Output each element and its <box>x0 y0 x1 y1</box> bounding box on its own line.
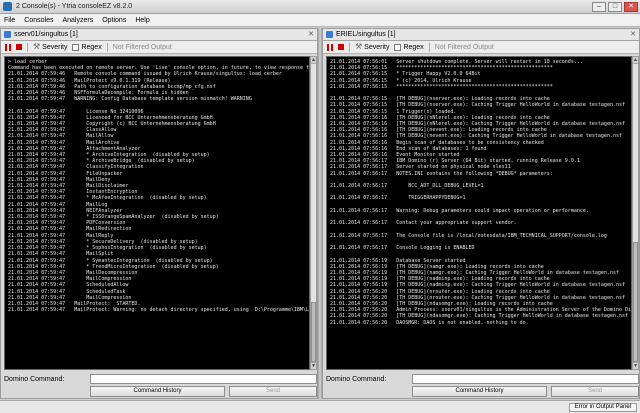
command-row: Domino Command: <box>326 374 639 384</box>
stop-icon[interactable] <box>338 44 344 50</box>
maximize-button[interactable]: □ <box>608 2 622 12</box>
toolbar-divider <box>27 42 28 52</box>
menu-file[interactable]: File <box>4 17 15 24</box>
regex-label: Regex <box>81 43 102 51</box>
command-input[interactable] <box>412 374 639 384</box>
severity-label: Severity <box>364 43 390 51</box>
close-button[interactable]: ✕ <box>624 2 638 12</box>
console-toolbar: ⚒ Severity Regex Not Filtered Output <box>323 41 639 54</box>
command-label: Domino Command: <box>4 375 65 383</box>
regex-toggle[interactable]: Regex <box>72 43 102 51</box>
command-history-button[interactable]: Command History <box>412 386 547 397</box>
console-line: 21.01.2014 07:56:20 [TH DEBUG](nrouter.e… <box>330 294 626 301</box>
filter-status: Not Filtered Output <box>434 43 494 51</box>
console-panel-right: ERIEL/singultus [1] ✕ ⚒ Severity Regex N… <box>322 28 640 399</box>
regex-toggle[interactable]: Regex <box>394 43 424 51</box>
console-line: 21.01.2014 07:59:46 Remote console comma… <box>8 71 282 78</box>
console-line: 21.01.2014 07:56:17 Warning: Debug param… <box>330 207 589 214</box>
toolbar-divider <box>428 42 430 52</box>
console-tab-title: sserv01/singultus [1] <box>14 31 78 38</box>
wrench-icon: ⚒ <box>33 42 41 51</box>
close-icon[interactable]: ✕ <box>630 30 636 38</box>
command-history-button[interactable]: Command History <box>90 386 225 397</box>
error-output-button[interactable]: Error in Output Panel <box>568 403 637 412</box>
console-line: 21.01.2014 07:56:16 [TH DEBUG](nevent.ex… <box>330 133 622 140</box>
window-controls: – □ ✕ <box>592 2 638 12</box>
console-output[interactable]: > load cerber Command has been executed o… <box>4 56 310 370</box>
send-button[interactable]: Send <box>229 386 317 397</box>
scroll-up-icon[interactable]: ▲ <box>633 57 638 64</box>
console-line: 21.01.2014 07:56:17 The Console file is … <box>330 232 607 239</box>
title-bar: 2 Console(s) - Ytria consoleEZ v8.2.0 – … <box>0 0 640 14</box>
command-buttons: Command History Send <box>412 386 639 397</box>
command-label: Domino Command: <box>326 375 387 383</box>
command-input[interactable] <box>90 374 317 384</box>
severity-label: Severity <box>42 43 68 51</box>
menu-analyzers[interactable]: Analyzers <box>62 17 93 24</box>
console-line: 21.01.2014 07:56:20 [TH DEBUG](ndasomgr.… <box>330 313 629 320</box>
command-row: Domino Command: <box>4 374 317 384</box>
server-icon <box>4 31 11 38</box>
console-tab-title: ERIEL/singultus [1] <box>336 31 396 38</box>
pause-icon[interactable] <box>327 43 333 51</box>
menu-bar: File Consoles Analyzers Options Help <box>0 14 640 27</box>
scroll-thumb[interactable] <box>633 242 638 362</box>
severity-button[interactable]: ⚒ Severity <box>355 43 389 51</box>
wrench-icon: ⚒ <box>355 42 363 51</box>
filter-status: Not Filtered Output <box>112 43 172 51</box>
toolbar-divider <box>106 42 108 52</box>
console-line: 21.01.2014 07:56:20 DAOSMGR: DAOS is not… <box>330 319 529 326</box>
toolbar-divider <box>349 42 350 52</box>
console-line: 21.01.2014 07:56:15 [TH DEBUG](nserver.e… <box>330 102 626 109</box>
regex-checkbox[interactable] <box>394 43 402 51</box>
console-toolbar: ⚒ Severity Regex Not Filtered Output <box>1 41 317 54</box>
console-line: 21.01.2014 07:56:19 [TH DEBUG](nadminp.e… <box>330 282 626 289</box>
console-scrollbar[interactable]: ▲ ▼ <box>310 56 317 370</box>
scroll-down-icon[interactable]: ▼ <box>311 362 316 369</box>
command-buttons: Command History Send <box>90 386 317 397</box>
app-icon <box>3 2 12 11</box>
console-output[interactable]: 21.01.2014 07:56:01 Server shutdown comp… <box>326 56 632 370</box>
stop-icon[interactable] <box>16 44 22 50</box>
severity-button[interactable]: ⚒ Severity <box>33 43 67 51</box>
console-tab[interactable]: sserv01/singultus [1] ✕ <box>1 29 317 41</box>
scroll-up-icon[interactable]: ▲ <box>311 57 316 64</box>
server-icon <box>326 31 333 38</box>
status-bar: Error in Output Panel <box>0 400 640 413</box>
pause-icon[interactable] <box>5 43 11 51</box>
console-line: 21.01.2014 07:59:47 MailProtect: Warning… <box>8 307 310 314</box>
minimize-button[interactable]: – <box>592 2 606 12</box>
regex-label: Regex <box>403 43 424 51</box>
console-tab[interactable]: ERIEL/singultus [1] ✕ <box>323 29 639 41</box>
window-title: 2 Console(s) - Ytria consoleEZ v8.2.0 <box>16 3 133 10</box>
scroll-down-icon[interactable]: ▼ <box>633 362 638 369</box>
regex-checkbox[interactable] <box>72 43 80 51</box>
console-panel-left: sserv01/singultus [1] ✕ ⚒ Severity Regex… <box>0 28 318 399</box>
scroll-thumb[interactable] <box>311 302 316 362</box>
console-scrollbar[interactable]: ▲ ▼ <box>632 56 639 370</box>
menu-help[interactable]: Help <box>135 17 149 24</box>
menu-options[interactable]: Options <box>102 17 126 24</box>
menu-consoles[interactable]: Consoles <box>24 17 53 24</box>
close-icon[interactable]: ✕ <box>308 30 314 38</box>
send-button[interactable]: Send <box>551 386 639 397</box>
